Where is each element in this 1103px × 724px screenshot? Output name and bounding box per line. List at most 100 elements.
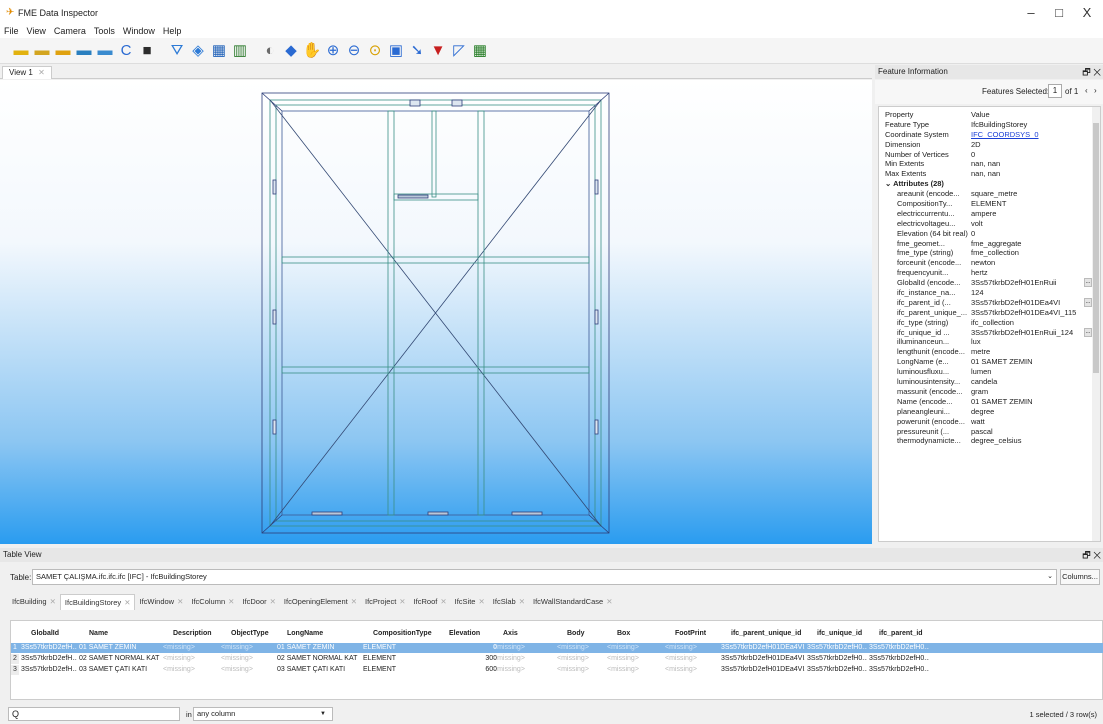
chevron-down-icon[interactable]: ⌄ (1047, 570, 1053, 584)
close-icon[interactable]: ✕ (478, 597, 484, 606)
zoom-box-icon[interactable]: ▣ (387, 42, 405, 60)
select-icon[interactable]: ◆ (282, 42, 300, 60)
column-header[interactable]: LongName (287, 629, 371, 639)
column-header[interactable]: FootPrint (675, 629, 729, 639)
close-icon[interactable]: ✕ (50, 597, 56, 606)
float-close-icon[interactable]: 🗗 ✕ (1082, 65, 1101, 79)
paint-icon[interactable]: ◈ (189, 42, 207, 60)
next-feature-icon[interactable]: › (1094, 86, 1097, 95)
feature-info-scrollbar[interactable] (1092, 107, 1100, 541)
column-header[interactable]: Axis (503, 629, 565, 639)
menu-tools[interactable]: Tools (90, 24, 119, 36)
more-button[interactable]: ... (1084, 278, 1092, 288)
stop-icon[interactable]: ■ (138, 42, 156, 60)
menu-file[interactable]: File (0, 24, 23, 36)
tab-ifcdoor[interactable]: IfcDoor ✕ (238, 594, 279, 610)
column-header[interactable]: Name (89, 629, 171, 639)
tab-view-1[interactable]: View 1 ✕ (2, 66, 52, 79)
maximize-button[interactable]: □ (1046, 4, 1072, 22)
tab-ifcproject[interactable]: IfcProject ✕ (361, 594, 410, 610)
row-number[interactable]: 2 (11, 654, 19, 664)
view-canvas[interactable] (0, 80, 872, 544)
tab-ifcroof[interactable]: IfcRoof ✕ (410, 594, 451, 610)
table-view-icon[interactable]: ▦ (471, 42, 489, 60)
menu-help[interactable]: Help (159, 24, 186, 36)
pan-icon[interactable]: ✋ (303, 42, 322, 60)
column-header[interactable]: ifc_parent_id (879, 629, 939, 639)
coordinate-system-link[interactable]: IFC_COORDSYS_0 (971, 130, 1087, 140)
tab-ifcwallstandardcase[interactable]: IfcWallStandardCase ✕ (529, 594, 616, 610)
column-header[interactable]: Body (567, 629, 615, 639)
close-icon[interactable]: ✕ (38, 68, 45, 77)
close-icon[interactable]: ✕ (351, 597, 357, 606)
add-dataset-icon[interactable]: ▬ (75, 42, 93, 60)
column-header[interactable]: ifc_unique_id (817, 629, 877, 639)
menu-window[interactable]: Window (119, 24, 159, 36)
refresh-icon[interactable]: C (117, 42, 135, 60)
open-dataset-icon[interactable]: ▬ (33, 42, 51, 60)
zoom-extents-icon[interactable]: ⊙ (366, 42, 384, 60)
feature-info-row: Coordinate System IFC_COORDSYS_0 (879, 130, 1100, 140)
column-header[interactable]: Box (617, 629, 673, 639)
property-name: Coordinate System (885, 129, 949, 139)
shapes-icon[interactable]: ⛛ (168, 42, 186, 60)
table-row[interactable]: 1 3Ss57tkrbD2efH... 01 SAMET ZEMIN <missing… (11, 643, 1103, 653)
row-number[interactable]: 3 (11, 665, 19, 675)
copy-icon[interactable]: ▬ (96, 42, 114, 60)
menu-view[interactable]: View (23, 24, 50, 36)
property-name: forceunit (encode... (897, 258, 962, 268)
tab-ifcopeningelement[interactable]: IfcOpeningElement ✕ (280, 594, 361, 610)
zoom-out-icon[interactable]: ⊖ (345, 42, 363, 60)
table-row[interactable]: 3 3Ss57tkrbD2efH... 03 SAMET ÇATI KATI <mis… (11, 665, 1103, 675)
property-value: hertz (971, 268, 988, 278)
table-row[interactable]: 2 3Ss57tkrbD2efH... 02 SAMET NORMAL KAT <mi… (11, 654, 1103, 664)
table-select[interactable]: SAMET ÇALIŞMA.ifc.ifc.ifc [IFC] - IfcBui… (32, 569, 1057, 585)
more-button[interactable]: ... (1084, 327, 1092, 337)
tab-ifcslab[interactable]: IfcSlab ✕ (489, 594, 529, 610)
tab-ifcwindow[interactable]: IfcWindow ✕ (135, 594, 187, 610)
minimize-button[interactable]: – (1018, 4, 1044, 22)
table-icon[interactable]: ▥ (231, 42, 249, 60)
prev-feature-icon[interactable]: ‹ (1085, 86, 1088, 95)
tab-ifcbuildingstorey[interactable]: IfcBuildingStorey ✕ (59, 594, 136, 610)
orbit-icon[interactable]: ◐ (261, 42, 279, 60)
column-header[interactable]: CompositionType (373, 629, 447, 639)
close-icon[interactable]: ✕ (270, 597, 276, 606)
columns-button[interactable]: Columns... (1060, 569, 1100, 585)
close-icon[interactable]: ✕ (399, 597, 405, 606)
filter-icon[interactable]: ▼ (429, 42, 447, 60)
float-close-icon[interactable]: 🗗 ✕ (1082, 548, 1101, 562)
feature-info-row: fme_geomet... fme_aggregate (879, 239, 1100, 249)
search-input[interactable]: Q (8, 707, 180, 721)
zoom-in-icon[interactable]: ⊕ (324, 42, 342, 60)
tab-ifcbuilding[interactable]: IfcBuilding ✕ (8, 594, 60, 610)
measure-icon[interactable]: ◸ (450, 42, 468, 60)
tab-ifccolumn[interactable]: IfcColumn ✕ (187, 594, 238, 610)
close-icon[interactable]: ✕ (228, 597, 234, 606)
column-header[interactable]: Elevation (449, 629, 499, 639)
column-header[interactable]: Description (173, 629, 229, 639)
menu-camera[interactable]: Camera (50, 24, 90, 36)
tab-ifcsite[interactable]: IfcSite ✕ (451, 594, 489, 610)
grid-icon[interactable]: ▦ (210, 42, 228, 60)
select-arrow-icon[interactable]: ➘ (408, 42, 426, 60)
column-select[interactable]: any column ▼ (193, 707, 333, 721)
chevron-down-icon[interactable]: ▼ (320, 708, 326, 720)
close-icon[interactable]: ✕ (519, 597, 525, 606)
column-header[interactable]: GlobalId (31, 629, 87, 639)
scrollbar-thumb[interactable] (1093, 123, 1099, 373)
close-icon[interactable]: ✕ (177, 597, 183, 606)
feature-index-input[interactable]: 1 (1048, 84, 1062, 98)
close-button[interactable]: X (1074, 4, 1100, 22)
open-folder-icon[interactable]: ▬ (54, 42, 72, 60)
row-number[interactable]: 1 (11, 643, 19, 653)
new-folder-icon[interactable]: ▬ (12, 42, 30, 60)
attributes-group-row[interactable]: ⌄ Attributes (28) (879, 179, 1100, 189)
close-icon[interactable]: ✕ (124, 598, 130, 607)
column-header[interactable]: ObjectType (231, 629, 285, 639)
close-icon[interactable]: ✕ (440, 597, 446, 606)
features-selected-label: Features Selected: (982, 87, 1050, 96)
close-icon[interactable]: ✕ (606, 597, 612, 606)
column-header[interactable]: ifc_parent_unique_id (731, 629, 815, 639)
more-button[interactable]: ... (1084, 297, 1092, 307)
